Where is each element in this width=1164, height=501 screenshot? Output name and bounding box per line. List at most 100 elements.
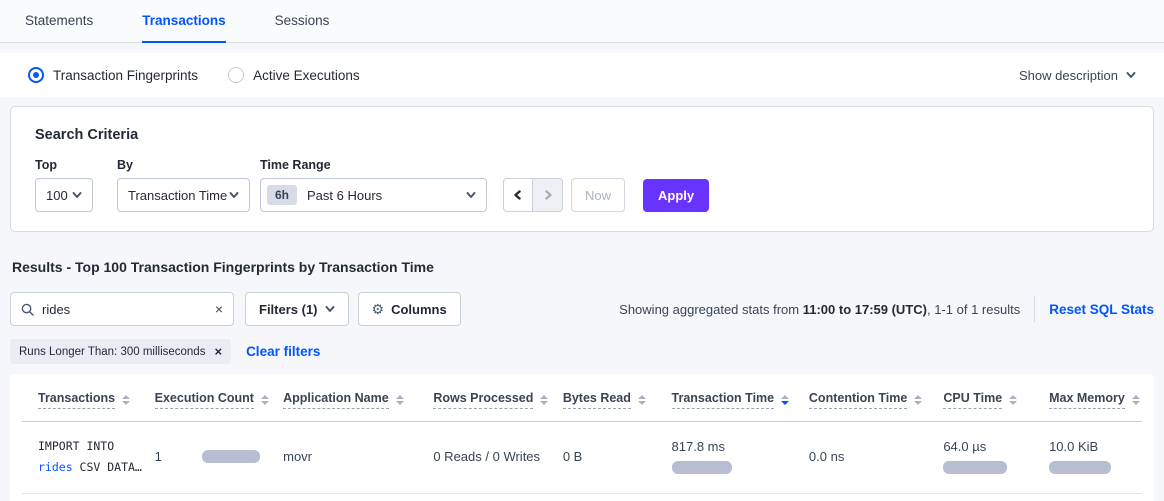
by-label: By	[117, 158, 260, 172]
column-header: Application Name	[283, 391, 433, 409]
chevron-down-icon	[1126, 70, 1136, 80]
max-memory-cell: 10.0 KiB	[1049, 439, 1142, 474]
column-header-label[interactable]: Max Memory	[1049, 391, 1125, 409]
top-label: Top	[35, 158, 117, 172]
sort-icon[interactable]	[540, 395, 548, 405]
column-header-label[interactable]: Transaction Time	[672, 391, 775, 409]
sort-icon[interactable]	[781, 395, 789, 405]
tab-statements[interactable]: Statements	[25, 0, 93, 43]
column-header: Contention Time	[809, 391, 943, 409]
by-select-value: Transaction Time	[128, 188, 227, 203]
tab-transactions[interactable]: Transactions	[142, 0, 225, 43]
transaction-time-bar	[672, 461, 732, 474]
sort-icon[interactable]	[396, 395, 404, 405]
show-description-label: Show description	[1019, 68, 1118, 83]
stats-time-range: 11:00 to 17:59 (UTC)	[803, 302, 927, 317]
reset-sql-stats-link[interactable]: Reset SQL Stats	[1049, 302, 1154, 317]
view-toggle-row: Transaction Fingerprints Active Executio…	[0, 53, 1164, 97]
radio-transaction-fingerprints[interactable]: Transaction Fingerprints	[28, 67, 198, 83]
chevron-right-icon	[543, 190, 553, 200]
chevron-down-icon	[72, 190, 82, 200]
filter-chip: Runs Longer Than: 300 milliseconds ×	[10, 339, 231, 364]
column-header-label[interactable]: Bytes Read	[563, 391, 631, 409]
radio-selected-icon	[28, 67, 44, 83]
filters-button-label: Filters (1)	[259, 302, 318, 317]
max-memory-bar	[1049, 461, 1111, 474]
column-header-label[interactable]: Transactions	[38, 391, 115, 409]
search-criteria-title: Search Criteria	[35, 127, 1129, 143]
time-next-button[interactable]	[533, 178, 563, 212]
transaction-link[interactable]: rides	[38, 460, 73, 474]
search-box: ×	[10, 292, 234, 326]
radio-active-executions[interactable]: Active Executions	[228, 67, 360, 83]
transaction-statement-text: CSV DATA…	[73, 460, 142, 474]
results-table-panel: Transactions Execution Count Application…	[10, 374, 1154, 501]
table-row: IMPORT INTO rides CSV DATA… 1 movr 0 Rea…	[22, 422, 1142, 494]
sort-icon[interactable]	[1009, 395, 1017, 405]
cpu-time-cell: 64.0 µs	[943, 439, 1049, 474]
transaction-fingerprint-cell[interactable]: IMPORT INTO rides CSV DATA…	[38, 436, 155, 477]
rows-processed-cell: 0 Reads / 0 Writes	[433, 449, 562, 464]
tab-sessions[interactable]: Sessions	[275, 0, 330, 43]
column-header-label[interactable]: Rows Processed	[433, 391, 533, 409]
column-header-label[interactable]: Execution Count	[155, 391, 254, 409]
sort-icon[interactable]	[122, 395, 130, 405]
time-range-value: Past 6 Hours	[307, 188, 382, 203]
now-button[interactable]: Now	[571, 178, 625, 212]
time-nav-group	[503, 178, 563, 212]
time-range-badge: 6h	[267, 185, 297, 205]
chevron-down-icon	[466, 190, 476, 200]
time-prev-button[interactable]	[503, 178, 533, 212]
apply-button[interactable]: Apply	[643, 179, 709, 212]
column-header: CPU Time	[943, 391, 1049, 409]
transaction-statement-text: IMPORT INTO	[38, 439, 114, 453]
cpu-time-bar	[943, 461, 1007, 474]
transaction-time-value: 817.8 ms	[672, 439, 809, 454]
top-select[interactable]: 100	[35, 178, 93, 212]
search-input[interactable]	[42, 302, 207, 317]
column-header-label[interactable]: CPU Time	[943, 391, 1002, 409]
table-header-row: Transactions Execution Count Application…	[22, 376, 1142, 422]
execution-count-cell: 1	[155, 449, 283, 464]
sort-icon[interactable]	[914, 395, 922, 405]
search-clear-icon[interactable]: ×	[215, 302, 223, 316]
bytes-read-cell: 0 B	[563, 449, 672, 464]
show-description-toggle[interactable]: Show description	[1019, 68, 1136, 83]
aggregated-stats-text: Showing aggregated stats from 11:00 to 1…	[619, 302, 1020, 317]
column-header: Rows Processed	[433, 391, 562, 409]
columns-button[interactable]: ⚙ Columns	[358, 292, 461, 326]
column-header: Transactions	[38, 391, 155, 409]
column-header: Max Memory	[1049, 391, 1142, 409]
columns-button-label: Columns	[391, 302, 447, 317]
by-select[interactable]: Transaction Time	[117, 178, 250, 212]
filters-button[interactable]: Filters (1)	[245, 292, 349, 326]
top-select-value: 100	[46, 188, 68, 203]
chevron-down-icon	[229, 190, 239, 200]
results-heading: Results - Top 100 Transaction Fingerprin…	[12, 259, 1164, 275]
sort-icon[interactable]	[1132, 395, 1140, 405]
column-header-label[interactable]: Contention Time	[809, 391, 907, 409]
contention-time-cell: 0.0 ns	[809, 449, 943, 464]
radio-label: Transaction Fingerprints	[53, 68, 198, 83]
column-header: Bytes Read	[563, 391, 672, 409]
clear-filters-link[interactable]: Clear filters	[246, 344, 320, 359]
radio-unselected-icon	[228, 67, 244, 83]
transaction-time-cell: 817.8 ms	[672, 439, 809, 474]
application-name-cell: movr	[283, 449, 433, 464]
column-header: Transaction Time	[672, 391, 809, 409]
column-header: Execution Count	[155, 391, 283, 409]
sort-icon[interactable]	[261, 395, 269, 405]
time-range-select[interactable]: 6h Past 6 Hours	[260, 178, 487, 212]
column-header-label[interactable]: Application Name	[283, 391, 389, 409]
vertical-divider	[1034, 296, 1035, 322]
chevron-left-icon	[513, 190, 523, 200]
cpu-time-value: 64.0 µs	[943, 439, 1049, 454]
results-controls-row: × Filters (1) ⚙ Columns Showing aggregat…	[10, 292, 1154, 326]
execution-count-value: 1	[155, 449, 162, 464]
radio-label: Active Executions	[253, 68, 360, 83]
execution-count-bar	[202, 450, 260, 463]
search-icon	[21, 303, 34, 316]
filter-chip-close-icon[interactable]: ×	[214, 345, 222, 358]
page-tabs: Statements Transactions Sessions	[0, 0, 1164, 43]
sort-icon[interactable]	[638, 395, 646, 405]
